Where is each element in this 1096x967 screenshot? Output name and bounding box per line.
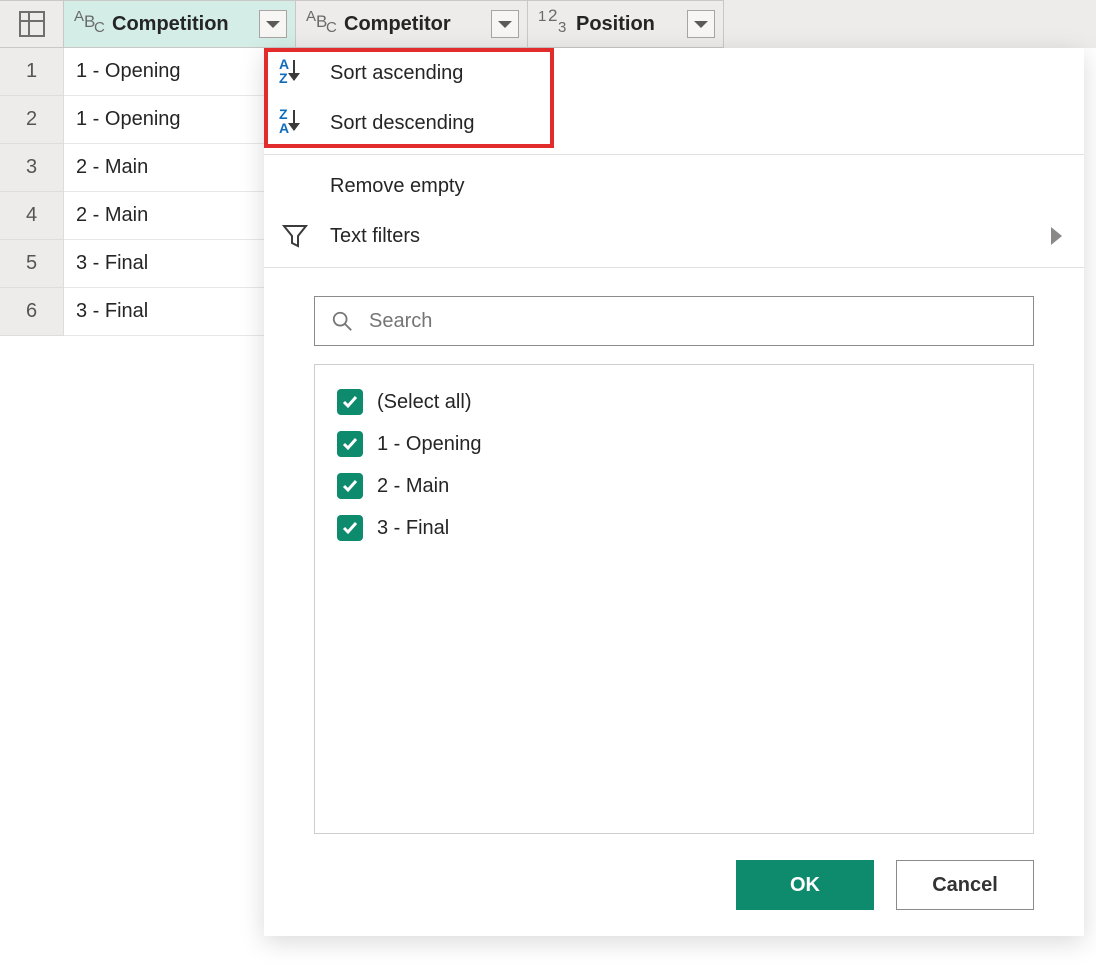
column-label: Position [576,13,679,36]
remove-empty-item[interactable]: Remove empty [264,161,1084,211]
row-number: 6 [0,288,64,336]
cell-competition[interactable]: 1 - Opening [64,96,296,144]
chevron-down-icon [498,21,512,28]
sort-ascending-icon: AZ [279,58,311,88]
column-header-competition[interactable]: ABC Competition [64,0,296,48]
menu-separator [264,267,1084,268]
column-label: Competition [112,13,251,36]
ok-button[interactable]: OK [736,860,874,910]
column-header-competitor[interactable]: ABC Competitor [296,0,528,48]
sort-descending-item[interactable]: ZA Sort descending [264,98,1084,148]
filter-dropdown-button[interactable] [687,10,715,38]
menu-separator [264,154,1084,155]
filter-value-label: (Select all) [377,391,471,414]
filter-value-item[interactable]: 3 - Final [337,507,1011,549]
button-label: Cancel [932,874,998,897]
filter-search-box[interactable] [314,296,1034,346]
checkbox-checked-icon [337,515,363,541]
text-type-icon: ABC [306,10,336,38]
cancel-button[interactable]: Cancel [896,860,1034,910]
cell-competition[interactable]: 2 - Main [64,192,296,240]
table-icon [19,11,45,37]
button-label: OK [790,874,820,897]
search-icon [331,310,353,332]
filter-value-label: 3 - Final [377,517,449,540]
filter-value-item[interactable]: 2 - Main [337,465,1011,507]
funnel-icon [280,221,310,251]
sort-ascending-item[interactable]: AZ Sort ascending [264,48,1084,98]
chevron-right-icon [1051,227,1062,245]
menu-label: Sort descending [330,112,1062,135]
grid-header: ABC Competition ABC Competitor 123 Posit… [0,0,1096,48]
filter-buttons: OK Cancel [264,834,1084,910]
cell-competition[interactable]: 2 - Main [64,144,296,192]
filter-search-input[interactable] [367,309,1017,334]
cell-competition[interactable]: 3 - Final [64,288,296,336]
chevron-down-icon [266,21,280,28]
cell-competition[interactable]: 1 - Opening [64,48,296,96]
row-number: 1 [0,48,64,96]
filter-value-select-all[interactable]: (Select all) [337,381,1011,423]
filter-dropdown-button[interactable] [491,10,519,38]
cell-competition[interactable]: 3 - Final [64,240,296,288]
checkbox-checked-icon [337,473,363,499]
column-label: Competitor [344,13,483,36]
filter-value-item[interactable]: 1 - Opening [337,423,1011,465]
text-type-icon: ABC [74,10,104,38]
number-type-icon: 123 [538,10,568,38]
filter-dropdown-button[interactable] [259,10,287,38]
filter-values-list: (Select all) 1 - Opening 2 - Main 3 - Fi… [314,364,1034,834]
column-header-position[interactable]: 123 Position [528,0,724,48]
row-number: 4 [0,192,64,240]
chevron-down-icon [694,21,708,28]
row-number: 5 [0,240,64,288]
row-number: 3 [0,144,64,192]
checkbox-checked-icon [337,431,363,457]
menu-label: Remove empty [330,175,1062,198]
row-number: 2 [0,96,64,144]
menu-label: Sort ascending [330,62,1062,85]
text-filters-item[interactable]: Text filters [264,211,1084,261]
column-filter-menu: AZ Sort ascending ZA Sort descending Rem… [264,48,1084,936]
table-corner-button[interactable] [0,0,64,48]
filter-value-label: 1 - Opening [377,433,482,456]
checkbox-checked-icon [337,389,363,415]
sort-descending-icon: ZA [279,108,311,138]
menu-label: Text filters [330,225,1033,248]
filter-value-label: 2 - Main [377,475,449,498]
